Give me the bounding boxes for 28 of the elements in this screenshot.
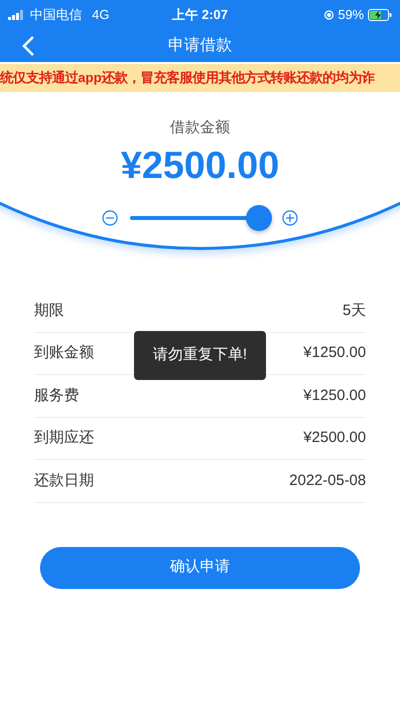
row-value: ¥1250.00	[303, 386, 366, 406]
row-value: ¥1250.00	[303, 343, 366, 363]
amount-label: 借款金额	[170, 118, 230, 138]
row-value: 5天	[342, 300, 366, 320]
submit-button[interactable]: 确认申请	[40, 546, 360, 588]
toast-message: 请勿重复下单!	[134, 331, 266, 380]
row-label: 到账金额	[34, 343, 94, 363]
signal-icon	[8, 10, 26, 20]
back-icon	[21, 35, 35, 57]
status-time: 上午 2:07	[172, 6, 228, 24]
battery-charging-icon	[368, 9, 392, 21]
row-label: 还款日期	[34, 470, 94, 490]
row-label: 到期应还	[34, 428, 94, 448]
amount-slider[interactable]	[128, 204, 272, 230]
lock-rotation-icon	[324, 10, 334, 20]
network-text: 4G	[92, 6, 110, 24]
plus-icon[interactable]	[282, 210, 298, 226]
minus-icon[interactable]	[102, 210, 118, 226]
slider-thumb[interactable]	[246, 204, 272, 230]
row-value: 2022-05-08	[289, 470, 366, 490]
battery-percent: 59%	[338, 6, 364, 24]
notice-text: 统仅支持通过app还款，冒充客服使用其他方式转账还款的均为诈	[0, 69, 375, 88]
row-label: 服务费	[34, 386, 79, 406]
amount-value: ¥2500.00	[120, 144, 280, 188]
page-title: 申请借款	[168, 36, 232, 56]
row-value: ¥2500.00	[303, 428, 366, 448]
carrier-text: 中国电信	[30, 6, 82, 24]
row-label: 期限	[34, 300, 64, 320]
